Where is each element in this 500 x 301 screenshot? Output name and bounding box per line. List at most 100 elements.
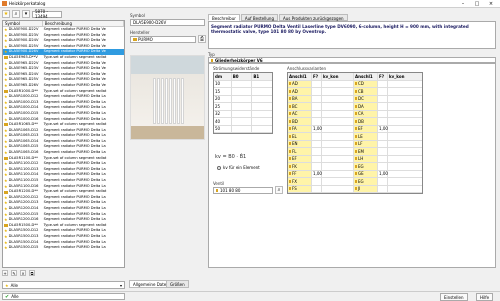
b0-cell[interactable]: [232, 80, 253, 87]
connection-row[interactable]: FL EM: [288, 148, 422, 156]
b1-cell[interactable]: [252, 126, 272, 133]
tab-description[interactable]: Beschreibur: [208, 14, 240, 21]
delete-icon[interactable]: ×: [20, 270, 26, 276]
new-icon[interactable]: +: [2, 270, 8, 276]
connection-row[interactable]: AD CD: [288, 80, 422, 88]
dm-row[interactable]: 25: [214, 103, 272, 111]
connection-row[interactable]: FX EG: [288, 178, 422, 186]
connection-row[interactable]: FA 1,00 EF 1,00: [288, 125, 422, 133]
search-icon[interactable]: ⌕: [12, 10, 20, 18]
connection-cell: [322, 155, 354, 162]
b1-cell[interactable]: [252, 111, 272, 118]
category-filter[interactable]: ★ Alle ▾: [2, 281, 125, 289]
copy-icon[interactable]: ⧉: [29, 270, 35, 276]
b0-col: B0: [232, 73, 253, 80]
connection-cell: [312, 88, 322, 95]
dm-row[interactable]: 50: [214, 125, 272, 133]
connection-icon: [355, 119, 357, 123]
filter-button[interactable]: ▾: [22, 10, 30, 18]
title-bar: Heizkörperkatalog – □ ×: [0, 0, 500, 8]
bottom-filter[interactable]: ✔ Alle: [2, 293, 125, 300]
connection-table: Anschl1 F? kv_kon Anschl1 F? kv_kon AD CD AD CB B…: [287, 72, 423, 194]
product-image: [130, 55, 205, 140]
connection-row[interactable]: AD CB: [288, 88, 422, 96]
tab-sizes[interactable]: Größen: [166, 280, 189, 288]
tab-withdrawn[interactable]: Aus Produkten zurückgezogen: [278, 14, 348, 21]
connection-icon: [289, 134, 291, 138]
connection-code: DC: [358, 96, 364, 102]
connection-code: FA: [292, 126, 297, 132]
b1-cell[interactable]: [252, 103, 272, 110]
close-icon[interactable]: ×: [484, 0, 498, 8]
b1-cell[interactable]: [252, 96, 272, 103]
symbol-field[interactable]: DLA5E900-D26V: [130, 19, 205, 26]
connection-row[interactable]: BD DB: [288, 118, 422, 126]
connection-cell: [312, 95, 322, 102]
range-field[interactable]: 5870 - 13494: [32, 9, 62, 19]
list-item[interactable]: ★ DLA5R1500-D15 Segment radiator PURMO Del…: [3, 245, 124, 251]
b1-cell[interactable]: [252, 81, 272, 88]
kv-option[interactable]: kv für ein Element: [217, 165, 260, 170]
widerstand-label: Strömungswiderstände: [213, 66, 260, 71]
dm-row[interactable]: 32: [214, 110, 272, 118]
connection-cell: [312, 185, 322, 192]
connection-row[interactable]: BA DC: [288, 95, 422, 103]
b0-cell[interactable]: [232, 103, 253, 110]
help-button[interactable]: Hilfe: [476, 293, 494, 301]
star-button[interactable]: ★: [2, 10, 10, 18]
folder-icon: [4, 56, 8, 60]
hersteller-field[interactable]: PURMO: [130, 36, 196, 43]
kv-option-label: kv für ein Element: [223, 165, 260, 170]
bottom-filter-value: Alle: [11, 294, 19, 299]
connection-code: LH: [358, 156, 364, 162]
col-symbol[interactable]: Symbol: [3, 21, 43, 26]
edit-icon[interactable]: ✎: [11, 270, 17, 276]
connection-row[interactable]: FF 1,00 GE 1,00: [288, 170, 422, 178]
connection-icon: [289, 164, 291, 168]
connection-cell: [378, 178, 388, 185]
connection-icon: [355, 142, 357, 146]
col-description[interactable]: Beschreibung: [43, 21, 124, 26]
select-button[interactable]: Einstellen: [440, 293, 468, 301]
formula: kv = B0 · Ḃ1: [215, 154, 247, 160]
connection-row[interactable]: EN LF: [288, 140, 422, 148]
maximize-icon[interactable]: □: [470, 0, 484, 8]
connection-row[interactable]: EF LH: [288, 155, 422, 163]
connection-row[interactable]: EL LE: [288, 133, 422, 141]
connection-col: kv_kon: [389, 73, 405, 79]
connection-icon: [289, 172, 291, 176]
b0-cell[interactable]: [232, 95, 253, 102]
dm-value: 20: [214, 95, 232, 102]
search-icon[interactable]: ⌕: [275, 186, 283, 194]
connection-icon: [289, 104, 291, 108]
connection-icon: [289, 89, 291, 93]
connection-row[interactable]: AC CA: [288, 110, 422, 118]
connection-icon: [355, 82, 357, 86]
dm-row[interactable]: 40: [214, 118, 272, 126]
connection-cell: [322, 148, 354, 155]
b1-cell[interactable]: [252, 118, 272, 125]
connection-row[interactable]: BC DA: [288, 103, 422, 111]
dm-row[interactable]: 10: [214, 80, 272, 88]
dm-row[interactable]: 20: [214, 95, 272, 103]
connection-code: EG: [358, 163, 364, 169]
radio-icon: [217, 165, 221, 170]
ventil-field[interactable]: 101 80 80: [213, 187, 273, 194]
b0-cell[interactable]: [232, 118, 253, 125]
connection-row[interactable]: FS JI: [288, 185, 422, 193]
b0-cell[interactable]: [232, 125, 253, 132]
connection-cell: [378, 118, 388, 125]
connection-row[interactable]: FK EG: [288, 163, 422, 171]
tab-on-order[interactable]: Auf Bestellung: [240, 14, 278, 21]
connection-icon: [355, 179, 357, 183]
b1-cell[interactable]: [252, 88, 272, 95]
dm-row[interactable]: 15: [214, 88, 272, 96]
b0-cell[interactable]: [232, 88, 253, 95]
dm-col: dm: [214, 73, 232, 80]
minimize-icon[interactable]: –: [456, 0, 470, 8]
b0-cell[interactable]: [232, 110, 253, 117]
connection-code: EF: [292, 156, 297, 162]
connection-cell: [312, 80, 322, 87]
print-icon[interactable]: ⎙: [198, 35, 206, 43]
connection-cell: [378, 110, 388, 117]
